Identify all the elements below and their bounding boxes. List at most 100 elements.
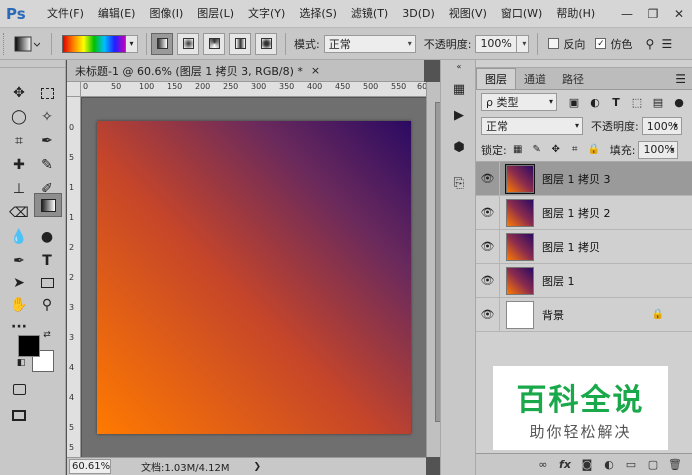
panel-menu-icon[interactable]: ☰ — [675, 72, 686, 86]
blur-tool-icon[interactable]: 💧 — [6, 226, 32, 248]
layer-row[interactable]: 👁 图层 1 拷贝 — [476, 229, 692, 264]
toolbox-header[interactable] — [0, 60, 65, 68]
new-group-icon[interactable]: ▭ — [620, 456, 642, 474]
quick-mask-icon[interactable] — [6, 378, 32, 400]
zoom-tool-icon[interactable]: ⚲ — [34, 294, 60, 316]
healing-brush-tool-icon[interactable]: ✚ — [6, 154, 32, 176]
vertical-ruler[interactable]: 0 5 1 1 2 2 3 3 4 4 5 5 — [67, 97, 81, 457]
workspace-icon[interactable]: ☰ — [661, 37, 673, 51]
collapse-arrows-icon[interactable]: « — [447, 62, 471, 71]
eyedropper-tool-icon[interactable]: ✒ — [34, 130, 60, 152]
reverse-checkbox[interactable] — [548, 38, 560, 49]
new-layer-icon[interactable]: ▢ — [642, 456, 664, 474]
layer-row[interactable]: 👁 图层 1 拷贝 3 — [476, 161, 692, 196]
tool-preset-picker[interactable] — [11, 33, 43, 55]
properties-panel-icon[interactable]: ⎘ — [447, 172, 471, 194]
clone-stamp-tool-icon[interactable]: ⊥ — [6, 178, 32, 200]
eraser-tool-icon[interactable]: ⌫ — [6, 202, 32, 224]
angle-gradient-button[interactable] — [203, 32, 225, 55]
menu-window[interactable]: 窗口(W) — [494, 0, 549, 28]
menu-filter[interactable]: 滤镜(T) — [344, 0, 395, 28]
add-mask-icon[interactable]: ◙ — [576, 456, 598, 474]
mode-select[interactable]: 正常 ▾ — [323, 34, 416, 53]
type-tool-icon[interactable]: T — [34, 250, 60, 272]
tab-channels[interactable]: 通道 — [516, 68, 554, 89]
swap-colors-icon[interactable]: ⇄ — [40, 328, 54, 342]
opacity-dropdown[interactable]: ▾ — [517, 34, 530, 53]
menu-select[interactable]: 选择(S) — [292, 0, 344, 28]
ruler-origin[interactable] — [67, 82, 81, 97]
type-filter-icon[interactable]: T — [607, 93, 625, 111]
dodge-tool-icon[interactable]: ● — [34, 226, 60, 248]
close-document-icon[interactable]: × — [311, 64, 320, 77]
fill-input[interactable]: 100% ▾ — [638, 140, 679, 159]
visibility-eye-icon[interactable]: 👁 — [476, 297, 500, 332]
opacity-input[interactable]: 100% — [475, 34, 518, 53]
layer-row[interactable]: 👁 背景 🔒 — [476, 297, 692, 332]
lock-transparent-icon[interactable]: ▦ — [510, 142, 526, 158]
lock-pixels-icon[interactable]: ✎ — [529, 142, 545, 158]
default-colors-icon[interactable]: ◧ — [14, 356, 28, 370]
actions-panel-icon[interactable]: ▶ — [447, 104, 471, 126]
adjustment-layer-icon[interactable]: ◐ — [598, 456, 620, 474]
layer-row[interactable]: 👁 图层 1 拷贝 2 — [476, 195, 692, 230]
document-canvas[interactable] — [97, 121, 411, 434]
vertical-scrollbar[interactable] — [426, 82, 444, 457]
move-tool-icon[interactable]: ✥ — [6, 82, 32, 104]
linear-gradient-button[interactable] — [151, 32, 173, 55]
lock-artboard-icon[interactable]: ⌗ — [567, 142, 583, 158]
layer-row[interactable]: 👁 图层 1 — [476, 263, 692, 298]
menu-edit[interactable]: 编辑(E) — [91, 0, 143, 28]
gradient-editor-swatch[interactable] — [62, 34, 126, 53]
lock-all-icon[interactable]: 🔒 — [586, 142, 602, 158]
diamond-gradient-button[interactable] — [255, 32, 277, 55]
smart-object-filter-icon[interactable]: ▤ — [649, 93, 667, 111]
layer-thumbnail[interactable] — [505, 163, 535, 194]
crop-tool-icon[interactable]: ⌗ — [6, 130, 32, 152]
shape-filter-icon[interactable]: ⬚ — [628, 93, 646, 111]
layer-name[interactable]: 图层 1 拷贝 3 — [542, 171, 611, 187]
rectangle-tool-icon[interactable] — [34, 272, 60, 294]
layer-name[interactable]: 图层 1 拷贝 2 — [542, 205, 611, 221]
layer-name[interactable]: 图层 1 — [542, 273, 575, 289]
canvas-pasteboard[interactable] — [82, 98, 426, 457]
minimize-button[interactable]: — — [614, 3, 640, 25]
radial-gradient-button[interactable] — [177, 32, 199, 55]
visibility-eye-icon[interactable]: 👁 — [476, 161, 500, 196]
panel-header[interactable] — [476, 60, 692, 68]
menu-image[interactable]: 图像(I) — [142, 0, 190, 28]
hand-tool-icon[interactable]: ✋ — [6, 294, 32, 316]
menu-file[interactable]: 文件(F) — [40, 0, 91, 28]
document-info[interactable]: 文档:1.03M/4.12M — [141, 459, 230, 474]
filter-toggle-icon[interactable]: ● — [670, 93, 688, 111]
layer-thumbnail[interactable] — [506, 266, 534, 295]
visibility-eye-icon[interactable]: 👁 — [476, 229, 500, 264]
tab-paths[interactable]: 路径 — [554, 68, 592, 89]
layer-style-icon[interactable]: fx — [554, 456, 576, 474]
3d-panel-icon[interactable]: ⬢ — [447, 136, 471, 158]
layer-thumbnail[interactable] — [506, 198, 534, 227]
layer-filter-select[interactable]: ρ 类型 ▾ — [481, 93, 557, 111]
blend-mode-select[interactable]: 正常 ▾ — [481, 117, 583, 135]
path-selection-tool-icon[interactable]: ➤ — [6, 272, 32, 294]
horizontal-ruler[interactable]: 0 50 100 150 200 250 300 350 400 450 500… — [81, 82, 426, 97]
menu-type[interactable]: 文字(Y) — [241, 0, 292, 28]
layer-thumbnail[interactable] — [506, 232, 534, 261]
menu-help[interactable]: 帮助(H) — [549, 0, 602, 28]
tab-layers[interactable]: 图层 — [476, 68, 516, 89]
document-tab[interactable]: 未标题-1 @ 60.6% (图层 1 拷贝 3, RGB/8) * × — [67, 60, 424, 82]
options-grip[interactable] — [3, 32, 11, 55]
visibility-eye-icon[interactable]: 👁 — [476, 263, 500, 298]
chevron-right-icon[interactable]: ❯ — [254, 462, 262, 472]
gradient-tool-button[interactable] — [34, 193, 62, 217]
chevron-down-icon[interactable]: ▾ — [126, 34, 138, 53]
dither-checkbox[interactable]: ✓ — [595, 38, 607, 49]
history-panel-icon[interactable]: ▦ — [447, 78, 471, 100]
pixel-filter-icon[interactable]: ▣ — [565, 93, 583, 111]
magic-wand-tool-icon[interactable]: ✧ — [34, 106, 60, 128]
close-button[interactable]: ✕ — [666, 3, 692, 25]
marquee-tool-icon[interactable] — [34, 82, 60, 104]
brush-tool-icon[interactable]: ✎ — [34, 154, 60, 176]
menu-3d[interactable]: 3D(D) — [395, 0, 442, 28]
visibility-eye-icon[interactable]: 👁 — [476, 195, 500, 230]
